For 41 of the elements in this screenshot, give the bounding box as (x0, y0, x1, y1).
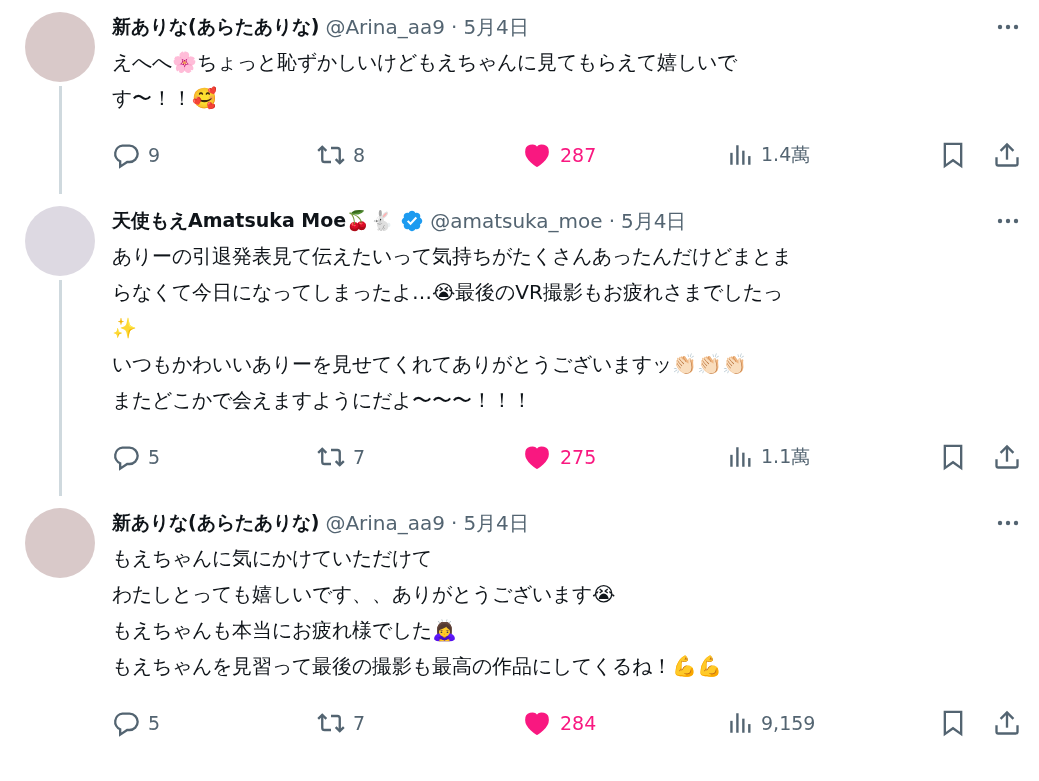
repost-count: 7 (353, 712, 366, 734)
reply-count: 5 (148, 712, 161, 734)
user-handle[interactable]: @Arina_aa9 (325, 511, 445, 535)
reply-count: 9 (148, 144, 161, 166)
repost-count: 8 (353, 144, 366, 166)
post-text-line: またどこかで会えますようにだよ〜〜〜！！！ (112, 387, 533, 414)
like-count: 275 (560, 446, 597, 468)
post-text-line: わたしとっても嬉しいです、、ありがとうございます😭 (112, 581, 617, 608)
post-date[interactable]: 5月4日 (621, 207, 687, 235)
display-name[interactable]: 新ありな(あらたありな) (112, 510, 320, 536)
post-date[interactable]: 5月4日 (463, 509, 529, 537)
view-count: 1.1萬 (761, 444, 811, 469)
display-name[interactable]: 新ありな(あらたありな) (112, 14, 320, 40)
views-chart-icon[interactable] (727, 710, 753, 736)
view-count: 1.4萬 (761, 142, 811, 167)
post-text-line: ありーの引退発表見て伝えたいって気持ちがたくさんあったんだけどまとま (112, 243, 793, 270)
post-text-line: もえちゃんを見習って最後の撮影も最高の作品にしてくるね！💪💪 (112, 653, 723, 680)
user-handle[interactable]: @Arina_aa9 (325, 15, 445, 39)
views-chart-icon[interactable] (727, 444, 753, 470)
post-text-line: もえちゃんも本当にお疲れ様でした🙇‍♀ (112, 617, 458, 644)
separator-dot: · (451, 511, 458, 535)
post-text-line: えへへ🌸ちょっと恥ずかしいけどもえちゃんに見てもらえて嬉しいで (112, 49, 738, 76)
view-count: 9,159 (761, 712, 816, 734)
display-name[interactable]: 天使もえAmatsuka Moe🍒🐇 (112, 208, 395, 234)
separator-dot: · (608, 209, 615, 233)
post-date[interactable]: 5月4日 (463, 13, 529, 41)
share-icon[interactable] (993, 709, 1021, 737)
user-handle[interactable]: @amatsuka_moe (430, 209, 603, 233)
like-count: 284 (560, 712, 597, 734)
views-chart-icon[interactable] (727, 142, 753, 168)
post-text-line: す〜！！🥰 (112, 85, 218, 112)
share-icon[interactable] (993, 141, 1021, 169)
like-count: 287 (560, 144, 597, 166)
post-text-line: ✨ (112, 315, 138, 342)
reply-count: 5 (148, 446, 161, 468)
repost-count: 7 (353, 446, 366, 468)
post-text-line: らなくて今日になってしまったよ…😭最後のVR撮影もお疲れさまでしたっ (112, 279, 784, 306)
post-text-line: いつもかわいいありーを見せてくれてありがとうございますッ👏🏻👏🏻👏🏻 (112, 351, 748, 378)
separator-dot: · (451, 15, 458, 39)
share-icon[interactable] (993, 443, 1021, 471)
post-text-line: もえちゃんに気にかけていただけて (112, 545, 433, 572)
